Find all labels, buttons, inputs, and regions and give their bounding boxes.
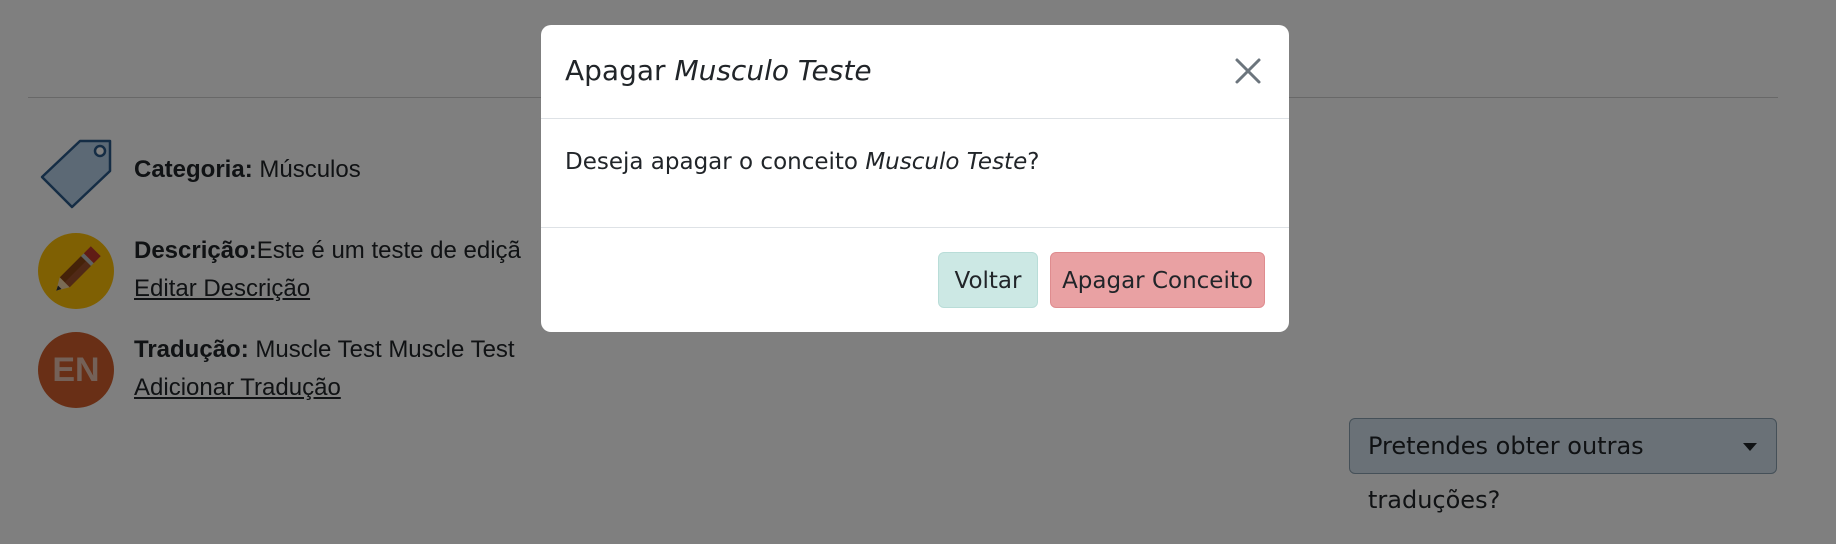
delete-concept-button[interactable]: Apagar Conceito [1050, 252, 1265, 308]
modal-footer [541, 227, 1289, 228]
modal-title-concept: Musculo Teste [674, 54, 872, 87]
modal-body-prefix: Deseja apagar o conceito [565, 149, 858, 175]
modal-body-concept: Musculo Teste [865, 149, 1028, 175]
delete-concept-modal: Apagar Musculo Teste Deseja apagar o con… [541, 25, 1289, 332]
modal-body-suffix: ? [1027, 149, 1040, 175]
close-icon[interactable] [1231, 54, 1265, 88]
modal-title-prefix: Apagar [565, 54, 666, 87]
modal-title: Apagar Musculo Teste [565, 53, 872, 89]
back-button[interactable]: Voltar [938, 252, 1038, 308]
modal-header: Apagar Musculo Teste [541, 25, 1289, 119]
modal-body: Deseja apagar o conceito Musculo Teste? [565, 147, 1039, 177]
